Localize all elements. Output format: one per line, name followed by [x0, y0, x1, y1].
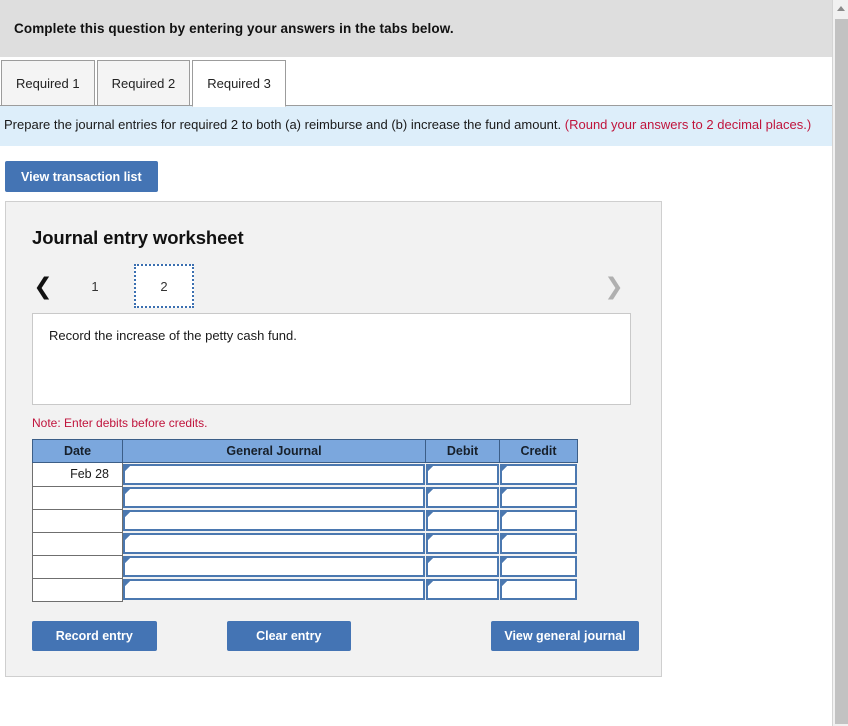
general-journal-input[interactable] [123, 464, 425, 486]
general-journal-input[interactable] [123, 487, 425, 509]
scrollbar-thumb[interactable] [835, 19, 848, 724]
cell-debit[interactable] [425, 578, 500, 601]
tab-strip: Required 1 Required 2 Required 3 [0, 58, 832, 107]
credit-input[interactable] [499, 487, 577, 509]
worksheet-page-2[interactable]: 2 [134, 264, 194, 309]
cell-credit[interactable] [499, 578, 578, 601]
tab-required-1-label: Required 1 [16, 75, 80, 91]
column-header-date: Date [32, 439, 123, 464]
cell-general-journal[interactable] [123, 532, 426, 555]
general-journal-input[interactable] [123, 510, 425, 532]
tab-required-2[interactable]: Required 2 [96, 60, 191, 106]
tab-required-3-label: Required 3 [207, 76, 271, 91]
journal-entry-worksheet-panel: Journal entry worksheet ❮ 1 2 ❯ Record t… [5, 201, 662, 677]
worksheet-title: Journal entry worksheet [32, 227, 244, 249]
credit-input[interactable] [499, 510, 577, 532]
column-header-debit: Debit [425, 439, 500, 464]
general-journal-input[interactable] [123, 533, 425, 555]
cell-date[interactable] [32, 577, 123, 602]
debit-input[interactable] [425, 464, 499, 486]
worksheet-description-box: Record the increase of the petty cash fu… [32, 313, 631, 406]
clear-entry-button[interactable]: Clear entry [226, 620, 351, 651]
instruction-hint-text: (Round your answers to 2 decimal places.… [564, 117, 812, 132]
tab-required-1[interactable]: Required 1 [1, 60, 95, 106]
debit-input[interactable] [425, 579, 499, 601]
cell-debit[interactable] [425, 555, 500, 578]
table-row [32, 485, 578, 510]
debit-input[interactable] [425, 533, 499, 555]
page-content: Complete this question by entering your … [0, 0, 832, 726]
cell-date[interactable]: Feb 28 [32, 462, 123, 487]
record-entry-button[interactable]: Record entry [32, 620, 157, 651]
cell-date[interactable] [32, 554, 123, 579]
view-transaction-list-button[interactable]: View transaction list [5, 161, 158, 193]
vertical-scrollbar[interactable] [832, 0, 848, 726]
cell-credit[interactable] [499, 532, 578, 555]
top-instruction-text: Complete this question by entering your … [14, 21, 454, 36]
cell-debit[interactable] [425, 486, 500, 509]
cell-general-journal[interactable] [123, 463, 426, 487]
debits-before-credits-note: Note: Enter debits before credits. [32, 416, 208, 431]
credit-input[interactable] [499, 464, 577, 486]
worksheet-pager: ❮ 1 2 ❯ [28, 264, 639, 309]
instruction-main-text: Prepare the journal entries for required… [4, 117, 565, 132]
cell-general-journal[interactable] [123, 509, 426, 532]
credit-input[interactable] [499, 579, 577, 601]
top-instruction-bar: Complete this question by entering your … [0, 0, 832, 58]
cell-debit[interactable] [425, 463, 500, 487]
cell-date[interactable] [32, 485, 123, 510]
view-general-journal-button[interactable]: View general journal [491, 620, 639, 651]
worksheet-action-bar: Record entry Clear entry View general jo… [32, 620, 639, 652]
cell-general-journal[interactable] [123, 578, 426, 601]
debit-input[interactable] [425, 487, 499, 509]
cell-debit[interactable] [425, 532, 500, 555]
table-header-row: Date General Journal Debit Credit [32, 439, 578, 464]
column-header-general-journal: General Journal [122, 439, 426, 464]
table-row [32, 531, 578, 556]
credit-input[interactable] [499, 533, 577, 555]
cell-date[interactable] [32, 531, 123, 556]
scroll-up-arrow-icon[interactable] [833, 0, 848, 17]
debit-input[interactable] [425, 510, 499, 532]
chevron-right-icon[interactable]: ❯ [601, 274, 627, 298]
tab-required-2-label: Required 2 [111, 75, 176, 91]
cell-credit[interactable] [499, 509, 578, 532]
transaction-button-bar: View transaction list [0, 147, 832, 202]
worksheet-page-1[interactable]: 1 [68, 266, 122, 306]
cell-credit[interactable] [499, 555, 578, 578]
general-journal-input[interactable] [123, 556, 425, 578]
table-row [32, 508, 578, 533]
credit-input[interactable] [499, 556, 577, 578]
cell-general-journal[interactable] [123, 555, 426, 578]
cell-credit[interactable] [499, 486, 578, 509]
cell-date[interactable] [32, 508, 123, 533]
chevron-left-icon[interactable]: ❮ [30, 274, 56, 298]
cell-general-journal[interactable] [123, 486, 426, 509]
cell-debit[interactable] [425, 509, 500, 532]
table-row [32, 554, 578, 579]
debit-input[interactable] [425, 556, 499, 578]
cell-credit[interactable] [499, 463, 578, 487]
instruction-banner: Prepare the journal entries for required… [0, 106, 832, 148]
journal-entry-table: Date General Journal Debit Credit Feb 28 [32, 439, 578, 602]
table-row [32, 577, 578, 602]
tab-required-3[interactable]: Required 3 [192, 60, 286, 107]
column-header-credit: Credit [499, 439, 578, 464]
table-row: Feb 28 [32, 462, 578, 487]
general-journal-input[interactable] [123, 579, 425, 601]
